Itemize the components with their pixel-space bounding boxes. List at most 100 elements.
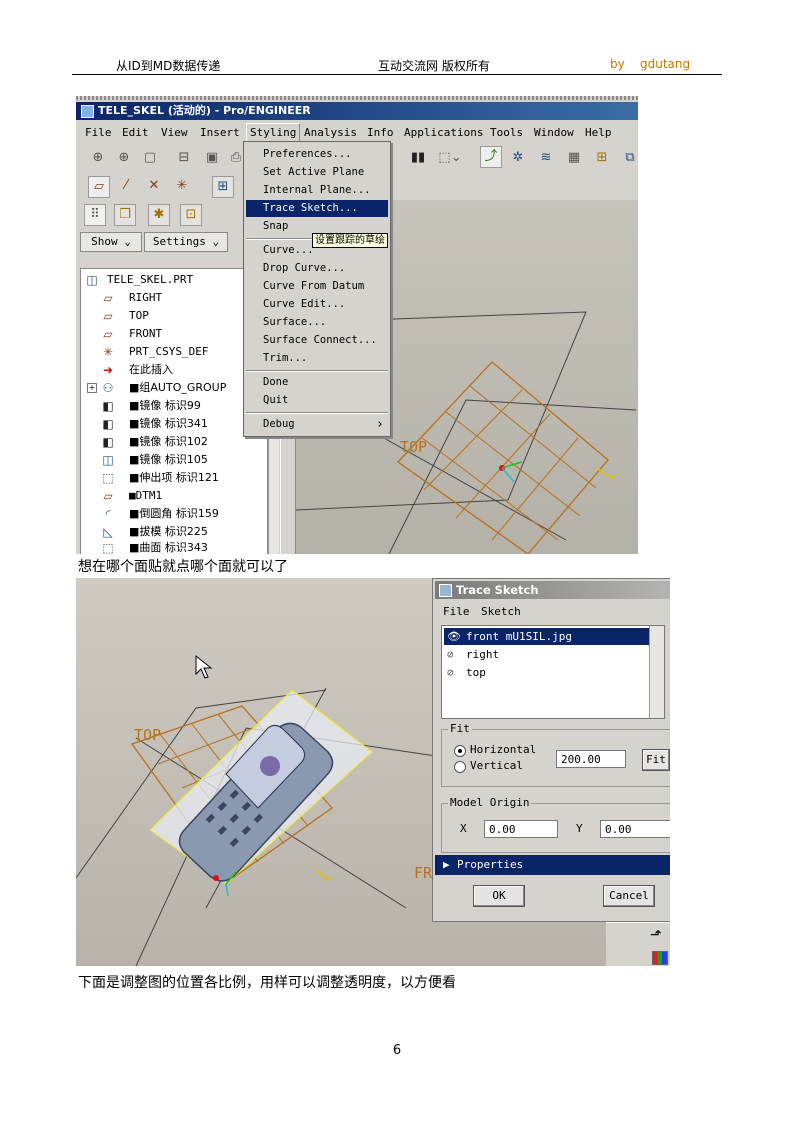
window-title: TELE_SKEL (活动的) - Pro/ENGINEER [98, 104, 311, 117]
side-panel: ⬏ [606, 922, 670, 966]
menu-view[interactable]: View [161, 126, 188, 139]
toolbar-binoculars-icon[interactable]: ▮▮ [408, 148, 428, 168]
menu-styling[interactable]: Styling [246, 123, 301, 142]
tree-row[interactable]: ◧ ■镜像 标识99 [81, 397, 267, 415]
toolbar-window-icon[interactable]: ⧉ [620, 148, 638, 168]
toolbar-gear-icon[interactable]: ✲ [508, 148, 528, 168]
eye-hidden-icon: ⊘ [447, 648, 454, 661]
toolbar-plane-icon[interactable]: ▱ [88, 176, 110, 198]
menu-item-set-active-plane[interactable]: Set Active Plane [246, 164, 388, 181]
dialog-menu-sketch[interactable]: Sketch [481, 605, 521, 618]
toolbar-select-box-icon[interactable]: ⬚⌄ [434, 148, 466, 168]
list-item-top[interactable]: ⊘ top [444, 664, 652, 681]
view-top-label-2: TOP [134, 726, 161, 744]
toolbar-folder-icon[interactable]: ⊟ [174, 148, 194, 168]
tree-row[interactable]: ▱ RIGHT [81, 289, 267, 307]
vertical-radio[interactable] [454, 761, 466, 773]
toolbar-layers-icon[interactable]: ≋ [536, 148, 556, 168]
tab-layers-icon[interactable]: ⊡ [180, 204, 202, 226]
tree-row[interactable]: ◜ ■倒圆角 标识159 [81, 505, 267, 523]
tree-row[interactable]: ➜ 在此插入 [81, 361, 267, 379]
menu-item-done[interactable]: Done [246, 374, 388, 391]
menu-tools[interactable]: Tools [490, 126, 523, 139]
tree-row[interactable]: ✳ PRT_CSYS_DEF [81, 343, 267, 361]
toolbar-curve-icon[interactable]: ⤴ [480, 146, 502, 168]
tree-row[interactable]: ▱ FRONT [81, 325, 267, 343]
ok-button[interactable]: OK [473, 885, 525, 907]
tab-model-tree-icon[interactable]: ⠿ [84, 204, 106, 226]
menu-help[interactable]: Help [585, 126, 612, 139]
tree-row[interactable]: ◫ ■镜像 标识105 [81, 451, 267, 469]
x-input[interactable]: 0.00 [484, 820, 558, 838]
tree-row[interactable]: ⬚ ■曲面 标识343 [81, 539, 267, 554]
extrude-icon: ⬚ [102, 471, 114, 485]
toolbar-sketch-icon[interactable]: ⊞ [212, 176, 234, 198]
tree-row[interactable]: ▱ TOP [81, 307, 267, 325]
model-origin-label: Model Origin [448, 796, 532, 809]
properties-bar[interactable]: ▶ Properties [435, 855, 670, 875]
tool-icon[interactable]: ⬏ [650, 927, 662, 943]
list-scrollbar[interactable] [649, 626, 664, 718]
menu-item-debug[interactable]: Debug [246, 416, 388, 433]
tree-row[interactable]: ▱ ■DTM1 [81, 487, 267, 505]
tab-folder-icon[interactable]: ❐ [114, 204, 136, 226]
menu-edit[interactable]: Edit [122, 126, 149, 139]
menu-item-curve-edit[interactable]: Curve Edit... [246, 296, 388, 313]
toolbar-axis-icon[interactable]: ⁄ [116, 176, 136, 196]
toolbar-tree-icon[interactable]: ⊞ [592, 148, 612, 168]
part-icon: ◫ [86, 273, 98, 287]
caption-text-2: 下面是调整图的位置各比例，用样可以调整透明度，以方便看 [78, 975, 456, 991]
dialog-app-icon [439, 584, 452, 597]
proe-screenshot: TELE_SKEL (活动的) - Pro/ENGINEER File Edit… [76, 96, 638, 554]
menu-window[interactable]: Window [534, 126, 574, 139]
toolbar-table-icon[interactable]: ▦ [564, 148, 584, 168]
menu-applications[interactable]: Applications [404, 126, 483, 139]
tree-row[interactable]: + ⚇ ■组AUTO_GROUP [81, 379, 267, 397]
list-item-right[interactable]: ⊘ right [444, 646, 652, 663]
x-label: X [460, 822, 467, 835]
toolbar-point-icon[interactable]: ✕ [144, 176, 164, 196]
menu-item-quit[interactable]: Quit [246, 392, 388, 409]
toolbar-page-icon[interactable]: ▢ [140, 148, 160, 168]
tree-row[interactable]: ⬚ ■伸出项 标识121 [81, 469, 267, 487]
menu-item-surface[interactable]: Surface... [246, 314, 388, 331]
toolbar-save-icon[interactable]: ▣ [202, 148, 222, 168]
menu-insert[interactable]: Insert [200, 126, 240, 139]
trace-sketch-screenshot: TOP FR Trace Sketch File Sketch 👁 front … [76, 578, 670, 966]
cancel-button[interactable]: Cancel [603, 885, 655, 907]
dialog-menu-file[interactable]: File [443, 605, 470, 618]
header-author: gdutang [640, 57, 691, 71]
dialog-titlebar: Trace Sketch [435, 581, 670, 599]
tree-row[interactable]: ◧ ■镜像 标识102 [81, 433, 267, 451]
menu-item-surface-connect[interactable]: Surface Connect... [246, 332, 388, 349]
fit-value-input[interactable]: 200.00 [556, 750, 626, 768]
toolbar-open-icon[interactable]: ⊕ [114, 148, 134, 168]
menu-item-trim[interactable]: Trim... [246, 350, 388, 367]
expand-icon[interactable]: + [87, 383, 97, 393]
horizontal-radio[interactable] [454, 745, 466, 757]
menu-item-internal-plane[interactable]: Internal Plane... [246, 182, 388, 199]
tab-favorites-icon[interactable]: ✱ [148, 204, 170, 226]
menu-analysis[interactable]: Analysis [304, 126, 357, 139]
y-input[interactable]: 0.00 [600, 820, 670, 838]
trace-sketch-dialog: Trace Sketch File Sketch 👁 front mU1SIL.… [432, 578, 670, 922]
toolbar-csys-icon[interactable]: ✳ [172, 176, 192, 196]
menu-item-trace-sketch[interactable]: Trace Sketch... [246, 200, 388, 217]
toolbar-new-icon[interactable]: ⊕ [88, 148, 108, 168]
app-icon [81, 105, 94, 118]
menu-separator [246, 370, 388, 372]
menu-file[interactable]: File [85, 126, 112, 139]
color-icon[interactable] [652, 951, 668, 965]
menu-info[interactable]: Info [367, 126, 394, 139]
tree-row[interactable]: ◫ TELE_SKEL.PRT [81, 271, 267, 289]
wireframe-view-2: TOP FR [76, 654, 436, 966]
list-item-front[interactable]: 👁 front mU1SIL.jpg [444, 628, 652, 645]
show-button[interactable]: Show ⌄ [80, 232, 142, 252]
fit-button[interactable]: Fit [642, 749, 670, 771]
eye-visible-icon: 👁 [447, 630, 461, 643]
menu-item-preferences[interactable]: Preferences... [246, 146, 388, 163]
tree-row[interactable]: ◧ ■镜像 标识341 [81, 415, 267, 433]
menu-item-curve-from-datum[interactable]: Curve From Datum [246, 278, 388, 295]
settings-button[interactable]: Settings ⌄ [144, 232, 228, 252]
menu-item-drop-curve[interactable]: Drop Curve... [246, 260, 388, 277]
